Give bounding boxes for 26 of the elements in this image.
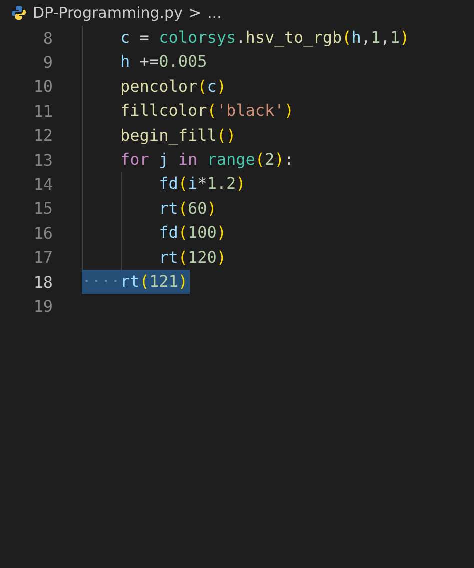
code-line: c = colorsys.hsv_to_rgb(h,1,1) [120, 27, 411, 49]
line-number: 17 [32, 248, 53, 268]
line-number: 9 [42, 53, 53, 72]
breadcrumb-more[interactable]: ... [208, 4, 222, 22]
line-number: 19 [32, 296, 53, 316]
file-name[interactable]: DP-Programming.py [33, 4, 183, 22]
code-line: fillcolor('black') [120, 100, 295, 122]
line-number: 10 [32, 77, 53, 96]
line-number: 8 [42, 28, 53, 48]
code-line: rt(120) [158, 246, 228, 269]
breadcrumb-separator: > [188, 4, 202, 22]
line-number: 18 [32, 272, 53, 292]
line-number: 11 [32, 102, 53, 121]
code-line: fd(100) [158, 222, 228, 244]
code-line: h +=0.005 [120, 51, 208, 74]
code-line: fd(i*1.2) [158, 173, 247, 196]
code-line: begin_fill() [120, 124, 238, 147]
python-icon [11, 5, 27, 21]
line-number: 13 [32, 150, 53, 170]
line-number: 12 [32, 126, 53, 146]
code-line: for j in range(2): [120, 148, 295, 171]
code-line: rt(60) [158, 198, 218, 220]
code-line: pencolor(c) [120, 76, 228, 98]
line-number: 14 [32, 175, 53, 194]
line-number: 16 [32, 224, 53, 243]
line-number: 15 [32, 199, 53, 218]
